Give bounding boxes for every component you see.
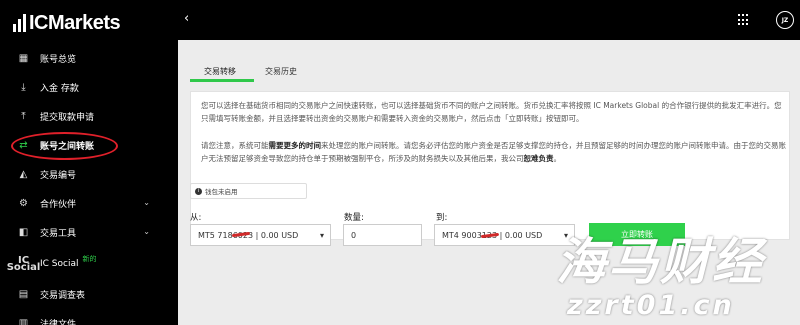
topbar: ‹ JZ [178,0,800,40]
wallet-status-text: 钱包未启用 [205,188,238,196]
from-label: 从: [190,213,202,223]
amount-input[interactable]: 0 [343,224,422,246]
sidebar-nav: ▦ 账号总览 ⤓ 入金 存款 ⤒ 提交取款申请 ⇄ 账号之间转账 ◭ 交易编号 … [0,44,178,325]
sidebar-item-tools[interactable]: ◧ 交易工具 ⌄ [0,218,178,247]
sidebar-item-label: 法律文件 [40,320,77,325]
wallet-status-note: i 钱包未启用 [190,183,307,199]
sidebar-item-survey[interactable]: ▤ 交易调查表 [0,280,178,309]
ic-markets-logo[interactable]: ICMarkets [13,11,121,34]
sidebar-item-withdraw[interactable]: ⤒ 提交取款申请 [0,102,178,131]
info-paragraph-1: 您可以选择在基础货币相同的交易账户之间快速转账，也可以选择基础货币不同的账户之间… [201,101,782,123]
sidebar-item-label: 交易调查表 [40,291,86,301]
to-label: 到: [436,213,448,223]
legal-icon: ▥ [18,318,29,325]
trade-id-icon: ◭ [19,169,28,180]
from-account-select[interactable]: MT5 7186023 | 0.00 USD ▾ [190,224,331,246]
avatar[interactable]: JZ [776,11,794,29]
tab-transfer[interactable]: 交易转移 [204,66,236,77]
sidebar-item-deposit[interactable]: ⤓ 入金 存款 [0,73,178,102]
active-tab-indicator [190,79,254,82]
sidebar-item-ic-social[interactable]: IC Social IC Social 新的 [0,247,178,280]
info-paragraph-2: 请您注意，系统可能需要更多的时间来处理您的账户间转账。请您务必评估您的账户资金是… [201,141,786,163]
caret-down-icon: ▾ [319,231,324,240]
logo-text: ICMarkets [29,11,121,34]
sidebar-item-label: 合作伙伴 [40,200,77,210]
info-icon: i [195,187,202,195]
dashboard-icon: ▦ [18,53,29,64]
tools-icon: ◧ [18,227,29,238]
partner-icon: ⚙ [19,198,28,209]
apps-grid-icon[interactable] [738,14,750,26]
back-arrow-icon[interactable]: ‹ [184,11,189,26]
watermark-url: zzrt01.cn [567,290,735,321]
watermark-title: 海马财经 [556,233,764,291]
withdraw-icon: ⤒ [21,111,26,122]
amount-value: 0 [351,230,357,240]
amount-label: 数量: [344,213,364,223]
tab-history[interactable]: 交易历史 [265,66,297,77]
chevron-down-icon: ⌄ [143,227,150,236]
sidebar-item-label: IC Social [40,258,79,269]
new-badge: 新的 [82,254,97,263]
sidebar-item-label: 入金 存款 [40,84,79,94]
deposit-icon: ⤓ [21,82,26,93]
to-account-select[interactable]: MT4 9003123 | 0.00 USD ▾ [434,224,575,246]
highlight-ellipse [11,132,118,160]
sidebar-item-label: 交易编号 [40,171,77,181]
sidebar-item-label: 交易工具 [40,229,77,239]
sidebar-item-partner[interactable]: ⚙ 合作伙伴 ⌄ [0,189,178,218]
chevron-down-icon: ⌄ [143,198,150,207]
sidebar-item-legal[interactable]: ▥ 法律文件 [0,309,178,325]
survey-icon: ▤ [18,289,29,300]
ic-social-icon: IC Social [6,254,41,273]
tab-bar: 交易转移 交易历史 [190,62,790,84]
info-card: 您可以选择在基础货币相同的交易账户之间快速转账，也可以选择基础货币不同的账户之间… [190,91,790,240]
sidebar-item-label: 账号总览 [40,55,77,65]
sidebar-item-label: 提交取款申请 [40,113,95,123]
sidebar: ICMarkets ▦ 账号总览 ⤓ 入金 存款 ⤒ 提交取款申请 ⇄ 账号之间… [0,0,178,325]
logo-bars-icon [13,14,26,32]
sidebar-item-account-overview[interactable]: ▦ 账号总览 [0,44,178,73]
sidebar-item-trade-id[interactable]: ◭ 交易编号 [0,160,178,189]
